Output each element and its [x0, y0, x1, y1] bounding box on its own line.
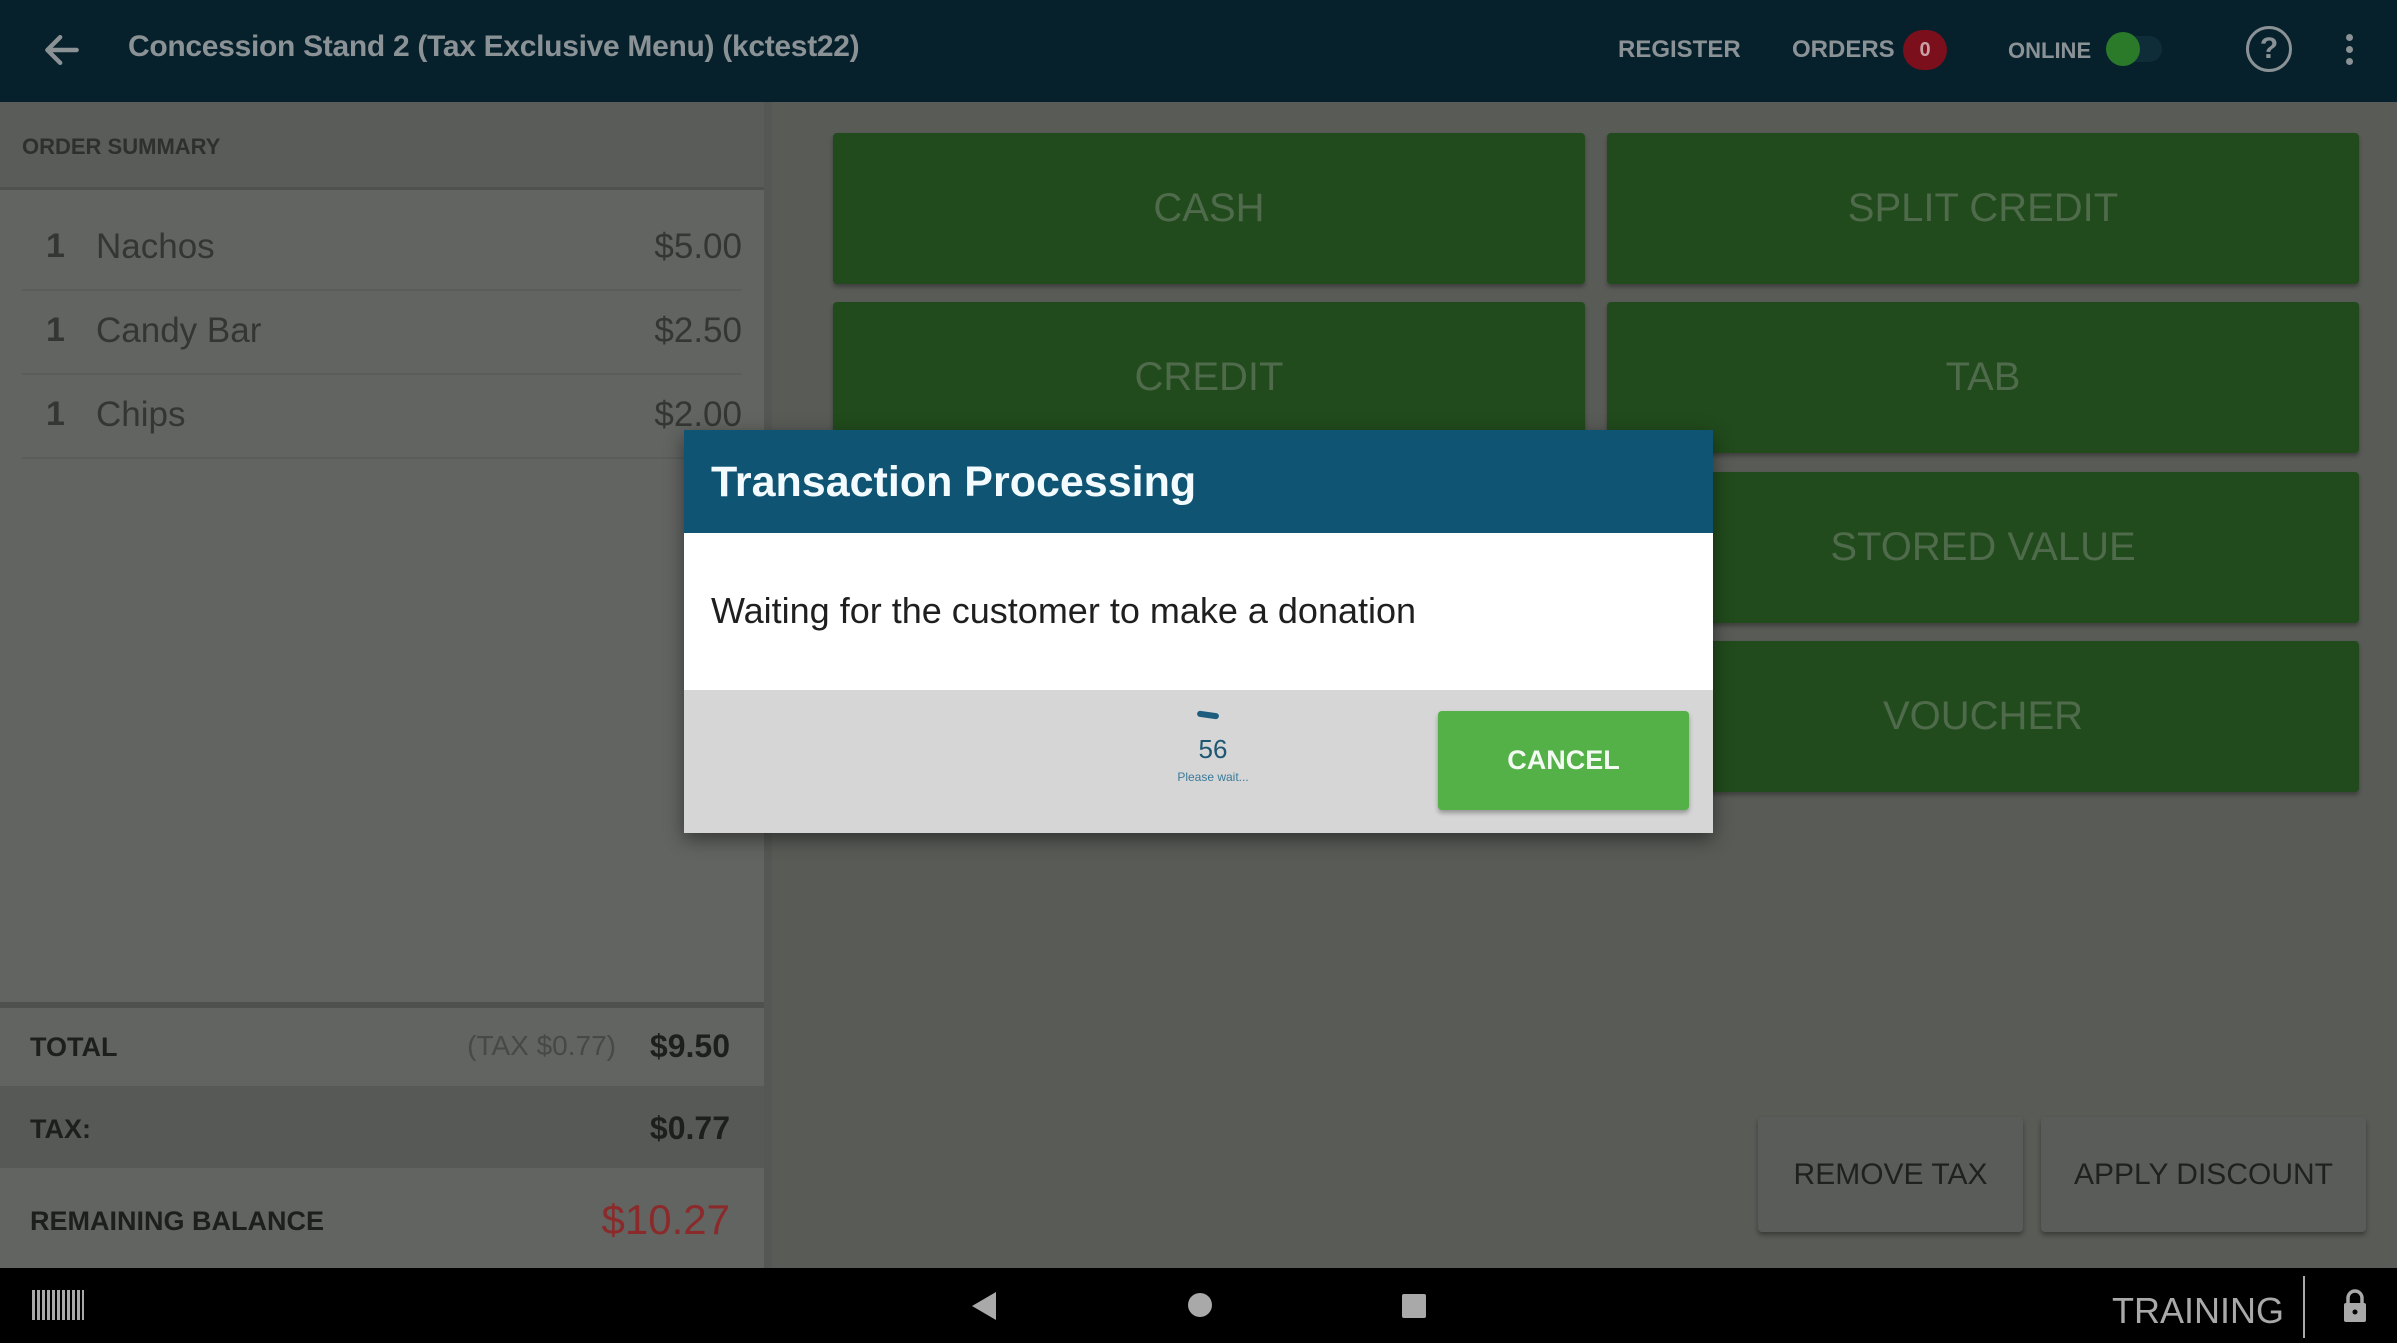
order-summary-panel: ORDER SUMMARY 1 Nachos $5.00 1 Candy Bar…	[0, 102, 772, 1268]
remaining-balance-label: REMAINING BALANCE	[30, 1206, 324, 1236]
tax-label: TAX:	[30, 1114, 91, 1144]
item-name: Nachos	[96, 227, 215, 266]
more-options-icon[interactable]	[2346, 34, 2354, 68]
order-item[interactable]: 1 Nachos $5.00	[22, 207, 742, 291]
item-name: Candy Bar	[96, 311, 262, 350]
dialog-footer: 56 Please wait... CANCEL	[684, 690, 1713, 833]
item-qty: 1	[46, 395, 65, 433]
system-bar-divider	[2303, 1276, 2305, 1338]
orders-count-badge[interactable]: 0	[1903, 30, 1947, 70]
loading-spinner-icon	[1196, 710, 1220, 720]
total-value: $9.50	[649, 1028, 730, 1064]
tab-button[interactable]: TAB	[1607, 302, 2359, 453]
item-qty: 1	[46, 227, 65, 265]
item-price: $2.00	[654, 395, 742, 434]
back-arrow-icon[interactable]	[40, 28, 84, 72]
system-recents-icon[interactable]	[1402, 1294, 1426, 1318]
dialog-header: Transaction Processing	[684, 430, 1713, 533]
order-summary-header: ORDER SUMMARY	[0, 102, 764, 190]
orders-link[interactable]: ORDERS	[1792, 36, 1895, 64]
stored-value-button[interactable]: STORED VALUE	[1607, 472, 2359, 623]
apply-discount-button[interactable]: APPLY DISCOUNT	[2041, 1117, 2366, 1232]
training-mode-label: TRAINING	[2112, 1290, 2285, 1331]
remaining-balance-row: REMAINING BALANCE $10.27	[0, 1168, 764, 1268]
voucher-button[interactable]: VOUCHER	[1607, 641, 2359, 792]
tax-value: $0.77	[649, 1110, 730, 1146]
total-row: TOTAL (TAX $0.77) $9.50	[0, 1008, 764, 1086]
tax-row: TAX: $0.77	[0, 1086, 764, 1168]
order-item[interactable]: 1 Candy Bar $2.50	[22, 291, 742, 375]
remove-tax-button[interactable]: REMOVE TAX	[1758, 1117, 2023, 1232]
please-wait-text: Please wait...	[1177, 770, 1249, 784]
cash-button[interactable]: CASH	[833, 133, 1585, 284]
item-price: $2.50	[654, 311, 742, 350]
order-summary-title: ORDER SUMMARY	[22, 134, 221, 159]
total-label: TOTAL	[30, 1032, 118, 1062]
help-icon[interactable]: ?	[2246, 26, 2292, 72]
countdown-number: 56	[1198, 734, 1228, 764]
system-back-icon[interactable]	[972, 1292, 996, 1320]
online-label: ONLINE	[2008, 38, 2092, 63]
split-credit-button[interactable]: SPLIT CREDIT	[1607, 133, 2359, 284]
system-home-icon[interactable]	[1188, 1293, 1212, 1317]
item-price: $5.00	[654, 227, 742, 266]
cancel-button[interactable]: CANCEL	[1438, 711, 1689, 810]
app-header: Concession Stand 2 (Tax Exclusive Menu) …	[0, 0, 2397, 102]
item-name: Chips	[96, 395, 186, 434]
transaction-processing-dialog: Transaction Processing Waiting for the c…	[684, 430, 1713, 833]
barcode-scanner-icon[interactable]	[32, 1290, 84, 1320]
system-navigation-bar: TRAINING	[0, 1268, 2397, 1343]
order-item[interactable]: 1 Chips $2.00	[22, 375, 742, 459]
register-link[interactable]: REGISTER	[1618, 36, 1741, 64]
dialog-title: Transaction Processing	[711, 458, 1197, 506]
online-toggle-knob[interactable]	[2106, 32, 2140, 66]
page-title: Concession Stand 2 (Tax Exclusive Menu) …	[128, 30, 860, 63]
lock-icon[interactable]	[2341, 1288, 2369, 1324]
dialog-message: Waiting for the customer to make a donat…	[711, 590, 1417, 631]
item-qty: 1	[46, 311, 65, 349]
remaining-balance-value: $10.27	[601, 1196, 730, 1243]
total-tax-note: (TAX $0.77)	[467, 1030, 616, 1061]
